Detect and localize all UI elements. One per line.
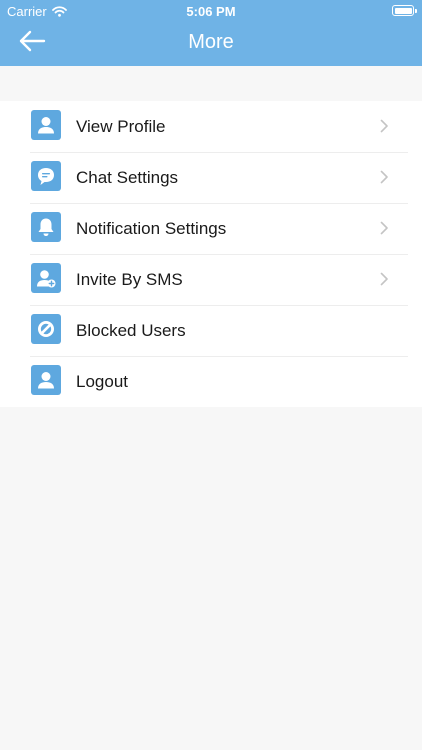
chevron-right-icon bbox=[380, 170, 388, 184]
add-user-icon bbox=[31, 263, 61, 293]
menu-item-label: Logout bbox=[76, 372, 128, 391]
user-icon bbox=[31, 365, 61, 395]
menu-item-invite-by-sms[interactable]: Invite By SMS bbox=[0, 254, 422, 305]
user-icon bbox=[31, 110, 61, 140]
status-time: 5:06 PM bbox=[186, 4, 236, 19]
status-bar: Carrier 5:06 PM bbox=[0, 0, 422, 22]
menu-item-label: View Profile bbox=[76, 117, 166, 136]
page-title: More bbox=[188, 31, 234, 53]
bell-icon bbox=[31, 212, 61, 242]
menu-item-notification-settings[interactable]: Notification Settings bbox=[0, 203, 422, 254]
battery-icon bbox=[392, 5, 417, 16]
menu-item-chat-settings[interactable]: Chat Settings bbox=[0, 152, 422, 203]
chat-bubble-icon bbox=[31, 161, 61, 191]
nav-bar: Carrier 5:06 PM More bbox=[0, 0, 422, 66]
menu-item-view-profile[interactable]: View Profile bbox=[0, 101, 422, 152]
menu-item-label: Notification Settings bbox=[76, 219, 227, 238]
chevron-right-icon bbox=[380, 272, 388, 286]
menu-item-label: Chat Settings bbox=[76, 168, 179, 187]
chevron-right-icon bbox=[380, 221, 388, 235]
menu-item-label: Blocked Users bbox=[76, 321, 186, 340]
menu-item-label: Invite By SMS bbox=[76, 270, 183, 289]
menu-list: View Profile Chat Settings Notification … bbox=[0, 101, 422, 407]
chevron-right-icon bbox=[380, 119, 388, 133]
block-icon bbox=[31, 314, 61, 344]
menu-item-blocked-users[interactable]: Blocked Users bbox=[0, 305, 422, 356]
menu-item-logout[interactable]: Logout bbox=[0, 356, 422, 407]
